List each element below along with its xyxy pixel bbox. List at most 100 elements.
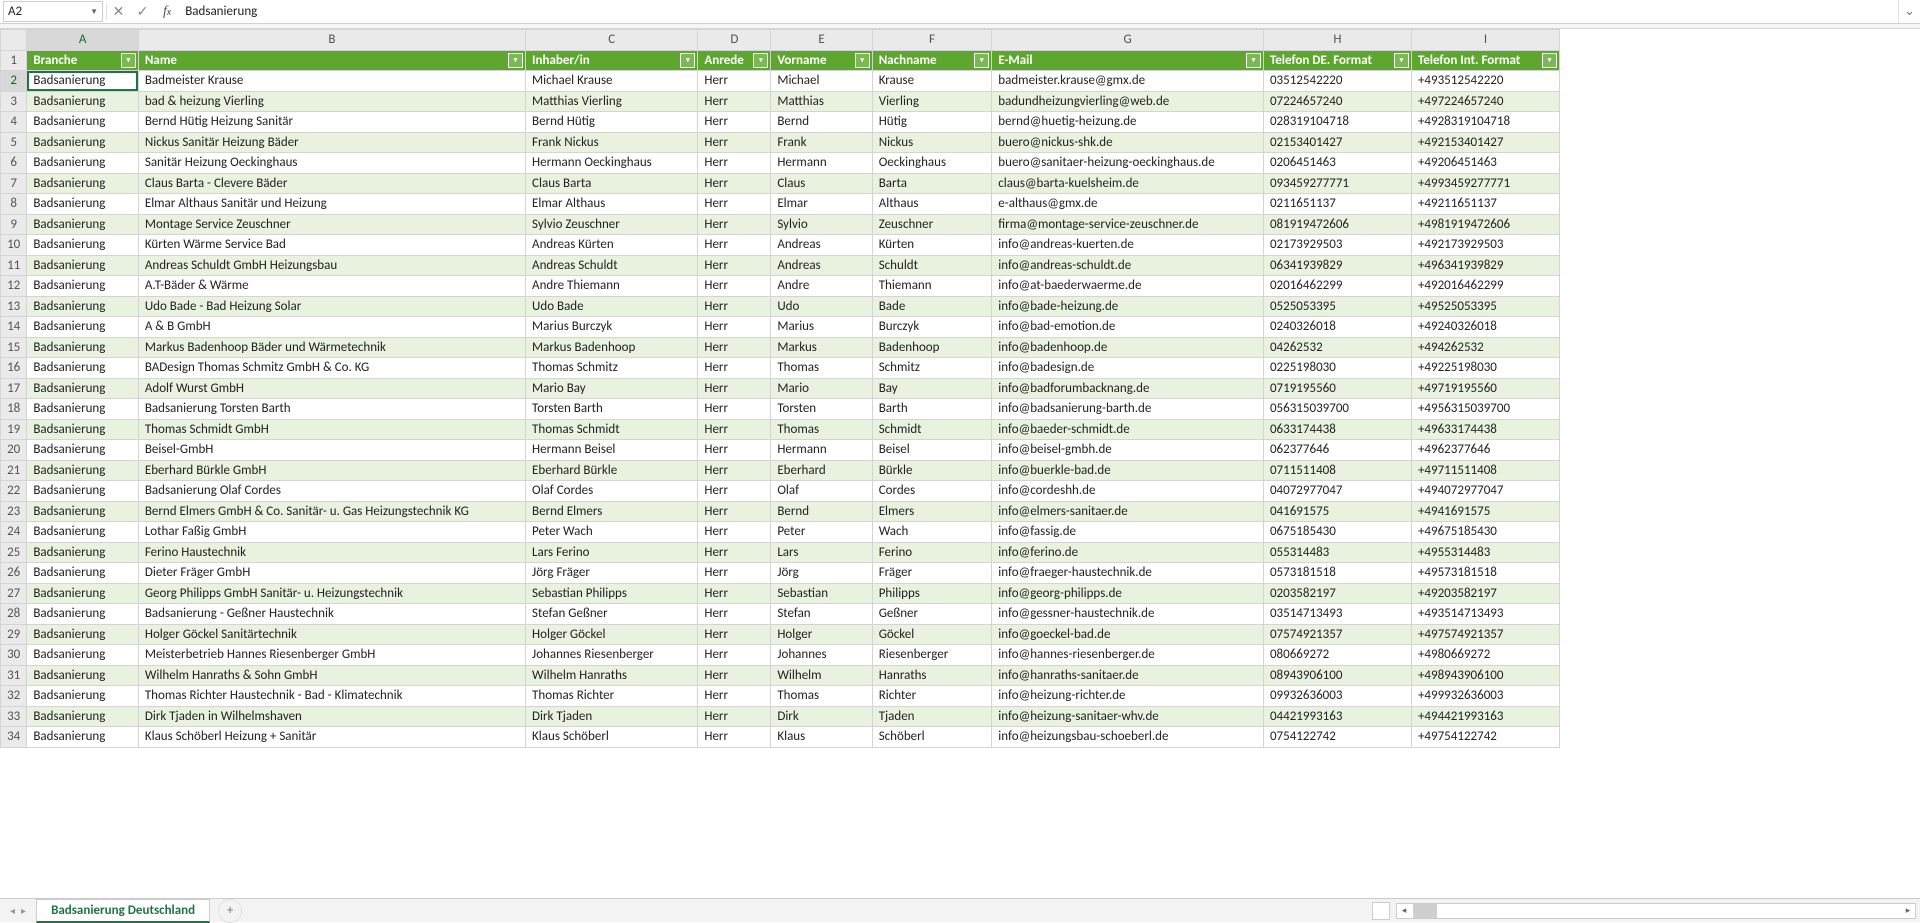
cell[interactable]: Georg Philipps GmbH Sanitär- u. Heizungs… [138,583,525,604]
cell[interactable]: Torsten [771,399,872,420]
table-header-C[interactable]: Inhaber/in▾ [526,50,698,71]
cell[interactable]: Thomas [771,419,872,440]
row-header-12[interactable]: 12 [1,276,27,297]
cell[interactable]: 07574921357 [1263,624,1411,645]
cell[interactable]: Herr [698,276,771,297]
cell[interactable]: info@buerkle-bad.de [992,460,1264,481]
row-header-26[interactable]: 26 [1,563,27,584]
table-row[interactable]: 14BadsanierungA & B GmbHMarius BurczykHe… [1,317,1560,338]
cell[interactable]: Matthias [771,91,872,112]
cell[interactable]: Hanraths [872,665,992,686]
cell[interactable]: Sebastian [771,583,872,604]
cell[interactable]: Bay [872,378,992,399]
cell[interactable]: Herr [698,706,771,727]
column-header-E[interactable]: E [771,30,872,51]
table-row[interactable]: 6BadsanierungSanitär Heizung Oeckinghaus… [1,153,1560,174]
cell[interactable]: Thomas Richter Haustechnik - Bad - Klima… [138,686,525,707]
cell[interactable]: Elmar Althaus [526,194,698,215]
cell[interactable]: buero@nickus-shk.de [992,132,1264,153]
cell[interactable]: +49240326018 [1411,317,1559,338]
cell[interactable]: Andre Thiemann [526,276,698,297]
cell[interactable]: Althaus [872,194,992,215]
cell[interactable]: Meisterbetrieb Hannes Riesenberger GmbH [138,645,525,666]
row-header-30[interactable]: 30 [1,645,27,666]
cell[interactable]: Thomas Schmitz [526,358,698,379]
cell[interactable]: Herr [698,563,771,584]
cell[interactable]: Sebastian Philipps [526,583,698,604]
cell[interactable]: 0719195560 [1263,378,1411,399]
cell[interactable]: Klaus [771,727,872,748]
cell[interactable]: Udo [771,296,872,317]
cell[interactable]: info@ferino.de [992,542,1264,563]
cell[interactable]: A.T-Bäder & Wärme [138,276,525,297]
table-row[interactable]: 28BadsanierungBadsanierung - Geßner Haus… [1,604,1560,625]
cell[interactable]: Schmitz [872,358,992,379]
table-row[interactable]: 12BadsanierungA.T-Bäder & WärmeAndre Thi… [1,276,1560,297]
cell[interactable]: 0633174438 [1263,419,1411,440]
cell[interactable]: Herr [698,91,771,112]
row-header-34[interactable]: 34 [1,727,27,748]
spreadsheet-grid[interactable]: ABCDEFGHI1Branche▾Name▾Inhaber/in▾Anrede… [0,29,1920,898]
table-row[interactable]: 9BadsanierungMontage Service ZeuschnerSy… [1,214,1560,235]
cell[interactable]: 07224657240 [1263,91,1411,112]
filter-button-I[interactable]: ▾ [1542,53,1557,68]
row-header-17[interactable]: 17 [1,378,27,399]
cell[interactable]: Badsanierung [27,727,139,748]
table-header-F[interactable]: Nachname▾ [872,50,992,71]
table-row[interactable]: 30BadsanierungMeisterbetrieb Hannes Ries… [1,645,1560,666]
cell[interactable]: Johannes [771,645,872,666]
cell[interactable]: Badsanierung [27,132,139,153]
cell[interactable]: 081919472606 [1263,214,1411,235]
row-header-31[interactable]: 31 [1,665,27,686]
cell[interactable]: +492173929503 [1411,235,1559,256]
cell[interactable]: Wach [872,522,992,543]
formula-input[interactable]: Badsanierung [179,0,1898,23]
cell[interactable]: Zeuschner [872,214,992,235]
cell[interactable]: 062377646 [1263,440,1411,461]
cell[interactable]: Dirk [771,706,872,727]
cell[interactable]: Elmers [872,501,992,522]
cell[interactable]: Geßner [872,604,992,625]
cell[interactable]: Badsanierung [27,214,139,235]
row-header-3[interactable]: 3 [1,91,27,112]
cell[interactable]: Klaus Schöberl Heizung + Sanitär [138,727,525,748]
row-header-5[interactable]: 5 [1,132,27,153]
table-row[interactable]: 18BadsanierungBadsanierung Torsten Barth… [1,399,1560,420]
column-header-G[interactable]: G [992,30,1264,51]
cell[interactable]: firma@montage-service-zeuschner.de [992,214,1264,235]
cell[interactable]: Herr [698,440,771,461]
cell[interactable]: Beisel-GmbH [138,440,525,461]
cell[interactable]: Claus Barta [526,173,698,194]
cell[interactable]: Barta [872,173,992,194]
table-header-B[interactable]: Name▾ [138,50,525,71]
column-header-F[interactable]: F [872,30,992,51]
row-header-16[interactable]: 16 [1,358,27,379]
cell[interactable]: Andreas Schuldt [526,255,698,276]
expand-formula-bar-button[interactable]: ⌄ [1898,0,1920,23]
cell[interactable]: buero@sanitaer-heizung-oeckinghaus.de [992,153,1264,174]
cell[interactable]: info@fassig.de [992,522,1264,543]
cell[interactable]: Badsanierung [27,563,139,584]
cell[interactable]: Sylvio [771,214,872,235]
row-header-7[interactable]: 7 [1,173,27,194]
cell[interactable]: +49206451463 [1411,153,1559,174]
cell[interactable]: info@badsanierung-barth.de [992,399,1264,420]
row-header-23[interactable]: 23 [1,501,27,522]
cell[interactable]: +493512542220 [1411,71,1559,92]
table-header-D[interactable]: Anrede▾ [698,50,771,71]
cell[interactable]: Badsanierung [27,686,139,707]
cell[interactable]: A & B GmbH [138,317,525,338]
cell[interactable]: Ferino [872,542,992,563]
tab-nav-last-icon[interactable]: ▸ [21,904,26,917]
cell[interactable]: 0754122742 [1263,727,1411,748]
table-row[interactable]: 21BadsanierungEberhard Bürkle GmbHEberha… [1,460,1560,481]
cell[interactable]: Schuldt [872,255,992,276]
table-row[interactable]: 10BadsanierungKürten Wärme Service BadAn… [1,235,1560,256]
cell[interactable]: Bernd Hütig Heizung Sanitär [138,112,525,133]
row-header-27[interactable]: 27 [1,583,27,604]
table-row[interactable]: 20BadsanierungBeisel-GmbHHermann BeiselH… [1,440,1560,461]
cell[interactable]: Badsanierung [27,624,139,645]
cell[interactable]: +49211651137 [1411,194,1559,215]
cell[interactable]: Nickus [872,132,992,153]
cancel-formula-button[interactable]: ✕ [107,0,131,23]
